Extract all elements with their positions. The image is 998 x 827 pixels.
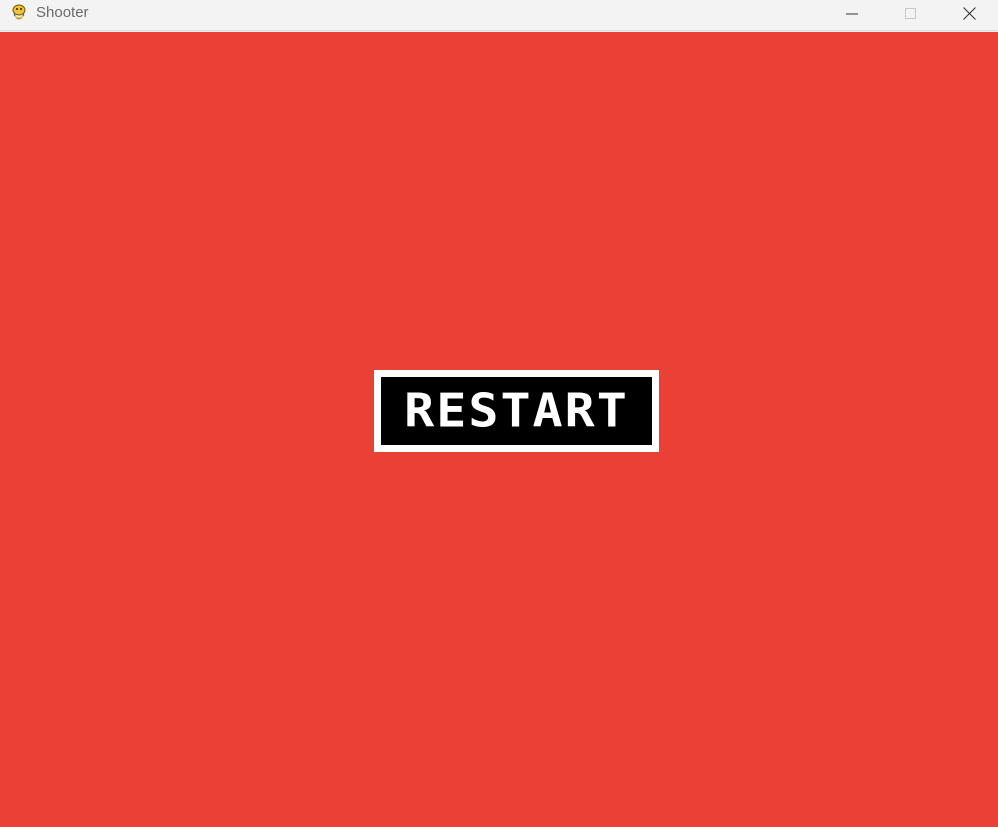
maximize-icon	[904, 8, 916, 19]
minimize-icon	[846, 13, 858, 14]
restart-button[interactable]: RESTART	[374, 370, 659, 452]
title-bar[interactable]: Shooter	[0, 0, 998, 31]
window-title: Shooter	[36, 4, 89, 21]
restart-button-face: RESTART	[381, 377, 652, 445]
pygame-snake-icon	[12, 4, 26, 20]
minimize-button[interactable]	[823, 0, 881, 27]
close-button[interactable]	[940, 0, 998, 27]
game-canvas[interactable]: RESTART	[0, 32, 998, 827]
game-window: Shooter RESTART	[0, 0, 998, 827]
maximize-button[interactable]	[881, 0, 939, 27]
restart-label: RESTART	[404, 384, 629, 438]
close-icon	[962, 7, 976, 20]
